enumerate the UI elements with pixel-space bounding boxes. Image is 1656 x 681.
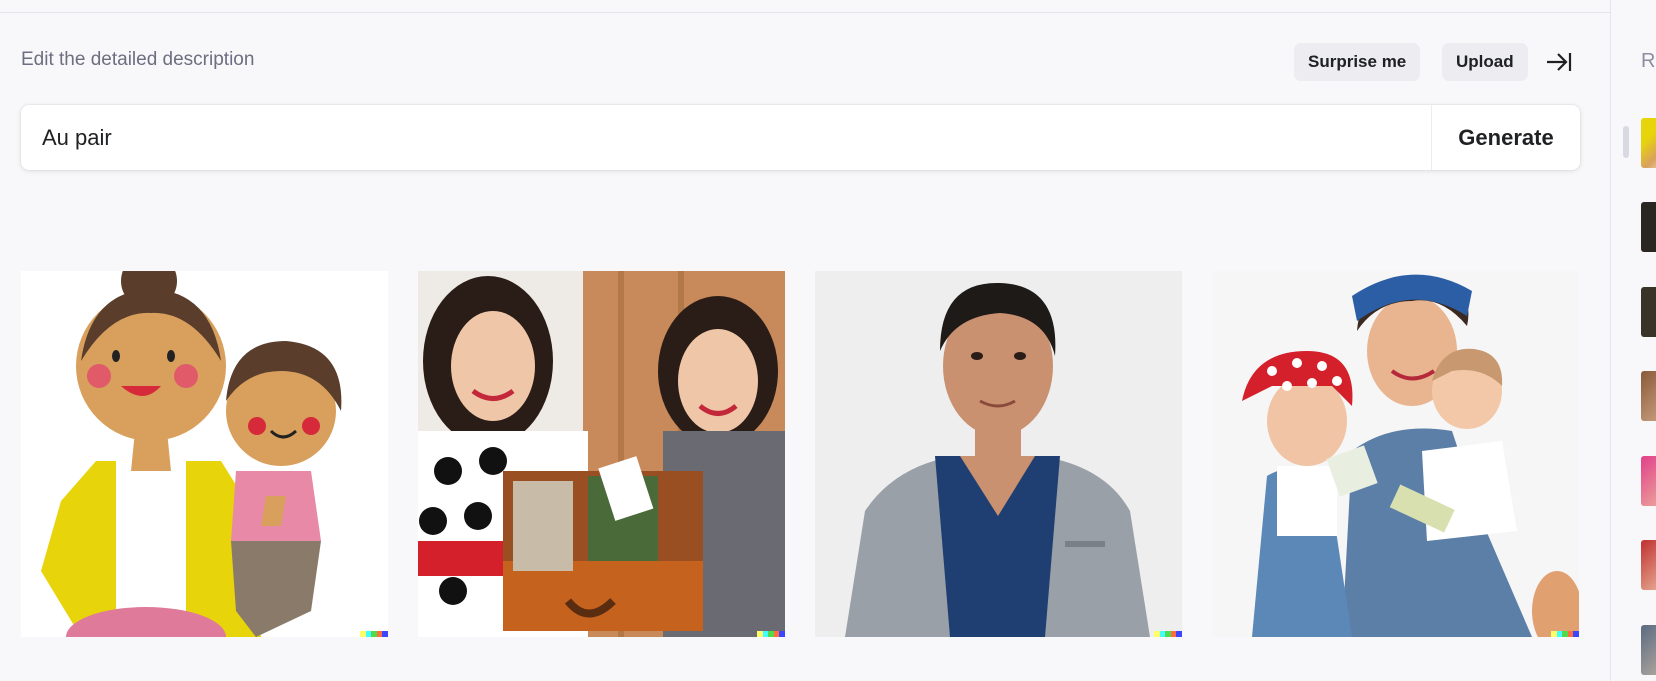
prompt-input[interactable] (21, 105, 1431, 170)
history-item[interactable] (1641, 118, 1656, 168)
history-item[interactable] (1641, 456, 1656, 506)
result-image-4[interactable] (1212, 271, 1579, 637)
result-image-3[interactable] (815, 271, 1182, 637)
watermark (360, 631, 388, 637)
history-item[interactable] (1641, 287, 1656, 337)
result-image-1[interactable] (21, 271, 388, 637)
watermark (757, 631, 785, 637)
editor-area: Edit the detailed description Surprise m… (0, 0, 1610, 681)
sidebar-scrollbar[interactable] (1623, 126, 1629, 158)
history-item[interactable] (1641, 202, 1656, 252)
watermark (1551, 631, 1579, 637)
watermark (1154, 631, 1182, 637)
history-item[interactable] (1641, 625, 1656, 675)
history-item[interactable] (1641, 540, 1656, 590)
generate-button[interactable]: Generate (1432, 105, 1580, 170)
history-sidebar: R (1611, 0, 1656, 681)
top-divider (0, 0, 1610, 13)
upload-button[interactable]: Upload (1442, 43, 1528, 81)
sidebar-title: R (1641, 50, 1656, 72)
surprise-me-button[interactable]: Surprise me (1294, 43, 1421, 81)
history-item[interactable] (1641, 371, 1656, 421)
prompt-bar: Generate (21, 105, 1580, 170)
prompt-label: Edit the detailed description (21, 49, 255, 70)
collapse-right-icon[interactable] (1545, 49, 1573, 75)
result-image-2[interactable] (418, 271, 785, 637)
